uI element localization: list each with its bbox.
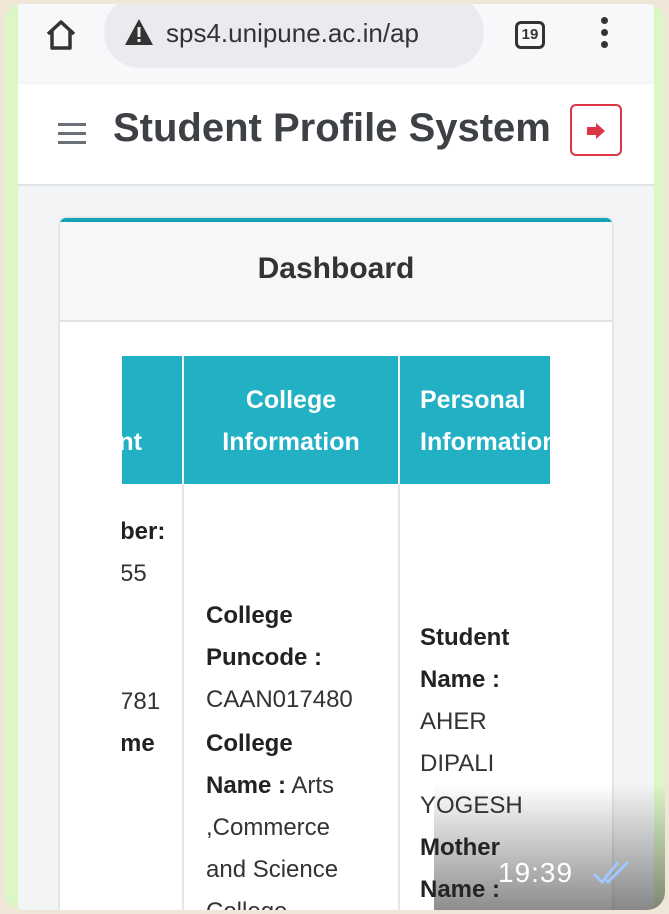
cell-text: and Science	[206, 856, 339, 883]
cell-label: College	[206, 602, 293, 629]
logout-button[interactable]	[570, 104, 622, 156]
screenshot-content: sps4.unipune.ac.in/ap 19 Student Profile…	[18, 4, 654, 910]
table-header-cell: nt	[122, 356, 184, 484]
header-text: Information	[222, 428, 360, 456]
url-text[interactable]: sps4.unipune.ac.in/ap	[166, 18, 476, 49]
cell-text: AHER	[420, 708, 487, 735]
address-bar[interactable]: sps4.unipune.ac.in/ap	[104, 4, 484, 68]
cell-text: ,Commerce	[206, 814, 331, 841]
cell-text: DIPALI	[420, 750, 495, 777]
table-header-personal-information: Personal Information	[400, 356, 550, 484]
cell-label: Student	[420, 624, 510, 651]
message-bubble: sps4.unipune.ac.in/ap 19 Student Profile…	[4, 4, 665, 910]
header-text: Information	[420, 428, 550, 456]
more-options-icon[interactable]	[598, 17, 610, 53]
cell-text: College	[206, 898, 287, 910]
hamburger-menu-icon[interactable]	[58, 123, 86, 145]
double-check-icon	[592, 860, 630, 885]
header-text: Personal	[420, 386, 526, 414]
cell-text: Name : Arts	[206, 772, 335, 799]
column-divider	[182, 484, 184, 910]
cell-text: 781	[122, 688, 161, 715]
timestamp-shade	[434, 784, 665, 910]
warning-icon[interactable]	[124, 18, 154, 46]
home-icon[interactable]	[44, 18, 78, 52]
cell-text: ber:	[122, 518, 166, 545]
cell-text: 55	[122, 560, 147, 587]
card-header: Dashboard	[60, 222, 612, 322]
tab-switcher-icon[interactable]: 19	[515, 21, 545, 49]
app-header: Student Profile System	[18, 84, 654, 186]
column-divider	[398, 484, 400, 910]
cell-label: Name :	[420, 666, 501, 693]
college-puncode-value: CAAN017480	[206, 686, 353, 713]
header-text: nt	[122, 428, 142, 456]
message-time: 19:39	[498, 857, 574, 888]
cell-label: Puncode :	[206, 644, 323, 671]
cell-text: me	[122, 730, 155, 757]
table-header-college-information: College Information	[184, 356, 400, 484]
header-text: College	[245, 386, 337, 414]
app-title: Student Profile System	[113, 106, 551, 150]
browser-toolbar: sps4.unipune.ac.in/ap 19	[18, 4, 654, 82]
cell-label: College	[206, 730, 293, 757]
card-title: Dashboard	[257, 252, 415, 285]
sign-out-icon	[587, 123, 605, 139]
